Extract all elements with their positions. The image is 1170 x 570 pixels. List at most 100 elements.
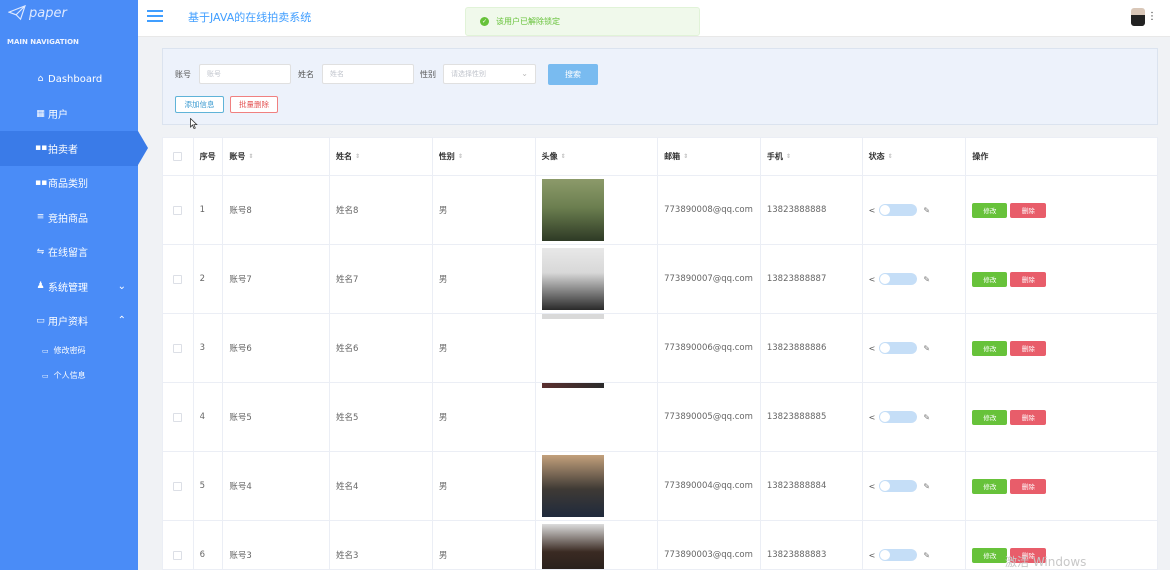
cell-avatar xyxy=(536,383,659,451)
header-phone[interactable]: 手机 ⇕ xyxy=(761,138,863,175)
status-controls: < ✎ xyxy=(869,273,930,285)
cell-account: 账号3 xyxy=(223,521,331,569)
sort-icon[interactable]: ⇕ xyxy=(561,153,566,160)
cell-status: < ✎ xyxy=(863,383,967,451)
sidebar-item-dashboard[interactable]: ⌂ Dashboard xyxy=(0,62,138,97)
cell-email: 773890008@qq.com xyxy=(658,176,761,244)
edit-pen-icon[interactable]: ✎ xyxy=(923,551,930,560)
menu-toggle-icon[interactable] xyxy=(147,10,163,22)
home-icon: ⌂ xyxy=(37,74,44,85)
header-actions: 操作 xyxy=(966,138,1157,175)
cell-email: 773890005@qq.com xyxy=(658,383,761,451)
cell-status: < ✎ xyxy=(863,452,967,520)
sort-icon[interactable]: ⇕ xyxy=(355,153,360,160)
header-account[interactable]: 账号 ⇕ xyxy=(223,138,331,175)
cursor-icon xyxy=(190,118,198,129)
lock-toggle[interactable] xyxy=(879,273,918,285)
grid-icon: ▪▪ xyxy=(35,143,48,154)
sort-icon[interactable]: ⇕ xyxy=(786,153,791,160)
sidebar-item-messages[interactable]: ⇋ 在线留言 xyxy=(0,235,138,270)
delete-button[interactable]: 删除 xyxy=(1010,409,1047,425)
batch-delete-button[interactable]: 批量删除 xyxy=(230,96,278,113)
lock-toggle[interactable] xyxy=(879,549,918,561)
edit-button[interactable]: 修改 xyxy=(972,202,1008,218)
sidebar-subitem-personal-info[interactable]: ▭ 个人信息 xyxy=(0,363,138,388)
header-email[interactable]: 邮箱 ⇕ xyxy=(658,138,761,175)
sidebar-item-categories[interactable]: ▪▪ 商品类别 xyxy=(0,166,138,201)
row-checkbox[interactable] xyxy=(173,481,183,491)
edit-button[interactable]: 修改 xyxy=(972,547,1008,563)
sort-icon[interactable]: ⇕ xyxy=(458,153,463,160)
search-button[interactable]: 搜索 xyxy=(548,64,598,85)
sliders-icon: ⇋ xyxy=(36,246,45,257)
share-icon[interactable]: < xyxy=(869,482,876,491)
gender-select[interactable]: 请选择性别 ⌄ xyxy=(443,64,536,84)
edit-button[interactable]: 修改 xyxy=(972,340,1008,356)
row-checkbox[interactable] xyxy=(173,412,183,422)
sidebar-item-products[interactable]: ≡ 竞拍商品 xyxy=(0,200,138,235)
avatar[interactable] xyxy=(1131,8,1145,26)
sort-icon[interactable]: ⇕ xyxy=(888,153,893,160)
share-icon[interactable]: < xyxy=(869,206,876,215)
sidebar-subitem-change-password[interactable]: ▭ 修改密码 xyxy=(0,338,138,363)
cell-actions: 修改 删除 xyxy=(966,245,1157,313)
edit-pen-icon[interactable]: ✎ xyxy=(923,482,930,491)
row-checkbox[interactable] xyxy=(173,205,183,215)
share-icon[interactable]: < xyxy=(869,344,876,353)
windows-watermark: 激活 Windows xyxy=(1005,555,1087,569)
edit-pen-icon[interactable]: ✎ xyxy=(923,344,930,353)
sidebar-item-system[interactable]: ♟ 系统管理 ⌄ xyxy=(0,269,138,304)
share-icon[interactable]: < xyxy=(869,275,876,284)
sidebar-item-profile[interactable]: ▭ 用户资料 ⌃ xyxy=(0,304,138,339)
header-status[interactable]: 状态 ⇕ xyxy=(863,138,967,175)
table-body: 1 账号8 姓名8 男 773890008@qq.com 13823888888… xyxy=(163,176,1157,569)
name-input[interactable]: 姓名 xyxy=(322,64,414,84)
edit-pen-icon[interactable]: ✎ xyxy=(923,413,930,422)
cell-no: 2 xyxy=(194,245,224,313)
sort-icon[interactable]: ⇕ xyxy=(683,153,688,160)
delete-button[interactable]: 删除 xyxy=(1010,202,1047,218)
lock-toggle[interactable] xyxy=(879,342,918,354)
row-checkbox[interactable] xyxy=(173,343,183,353)
cell-phone: 13823888888 xyxy=(761,176,863,244)
table-row: 1 账号8 姓名8 男 773890008@qq.com 13823888888… xyxy=(163,176,1157,245)
cell-status: < ✎ xyxy=(863,176,967,244)
header-gender[interactable]: 性别 ⇕ xyxy=(433,138,536,175)
table-row: 3 账号6 姓名6 男 773890006@qq.com 13823888886… xyxy=(163,314,1157,383)
cell-email: 773890006@qq.com xyxy=(658,314,761,382)
lock-toggle[interactable] xyxy=(879,480,918,492)
data-table: 序号 账号 ⇕ 姓名 ⇕ 性别 ⇕ 头像 ⇕ 邮箱 ⇕ 手机 ⇕ 状态 ⇕ 操作 1 账号8 … xyxy=(162,137,1158,570)
search-panel: 账号 账号 姓名 姓名 性别 请选择性别 ⌄ 搜索 添加信息 批量删除 xyxy=(162,48,1158,129)
edit-button[interactable]: 修改 xyxy=(972,478,1008,494)
edit-pen-icon[interactable]: ✎ xyxy=(923,275,930,284)
account-input[interactable]: 账号 xyxy=(199,64,291,84)
account-label: 账号 xyxy=(175,70,191,79)
edit-button[interactable]: 修改 xyxy=(972,409,1008,425)
more-vertical-icon[interactable]: ⋮ xyxy=(1147,11,1157,22)
sidebar: paper MAIN NAVIGATION ⌂ Dashboard ▦ 用户 ▪… xyxy=(0,0,148,570)
success-toast: ✓ 该用户已解除锁定 xyxy=(465,7,700,36)
edit-pen-icon[interactable]: ✎ xyxy=(923,206,930,215)
delete-button[interactable]: 删除 xyxy=(1010,478,1047,494)
cell-status: < ✎ xyxy=(863,245,967,313)
sort-icon[interactable]: ⇕ xyxy=(248,153,253,160)
share-icon[interactable]: < xyxy=(869,413,876,422)
lock-toggle[interactable] xyxy=(879,204,918,216)
sidebar-item-users[interactable]: ▦ 用户 xyxy=(0,97,138,132)
row-checkbox[interactable] xyxy=(173,274,183,284)
logo[interactable]: paper xyxy=(0,0,138,26)
header-avatar[interactable]: 头像 ⇕ xyxy=(536,138,659,175)
paper-plane-icon xyxy=(8,5,26,21)
delete-button[interactable]: 删除 xyxy=(1010,340,1047,356)
select-all-checkbox[interactable] xyxy=(173,152,183,161)
lock-toggle[interactable] xyxy=(879,411,918,423)
topbar: 基于JAVA的在线拍卖系统 ✓ 该用户已解除锁定 ⋮ xyxy=(138,0,1170,37)
edit-button[interactable]: 修改 xyxy=(972,271,1008,287)
add-button[interactable]: 添加信息 xyxy=(175,96,224,113)
share-icon[interactable]: < xyxy=(869,551,876,560)
header-name[interactable]: 姓名 ⇕ xyxy=(330,138,433,175)
row-checkbox[interactable] xyxy=(173,550,183,560)
sidebar-item-auctioneers[interactable]: ▪▪ 拍卖者 xyxy=(0,131,148,166)
status-controls: < ✎ xyxy=(869,411,930,423)
delete-button[interactable]: 删除 xyxy=(1010,271,1047,287)
